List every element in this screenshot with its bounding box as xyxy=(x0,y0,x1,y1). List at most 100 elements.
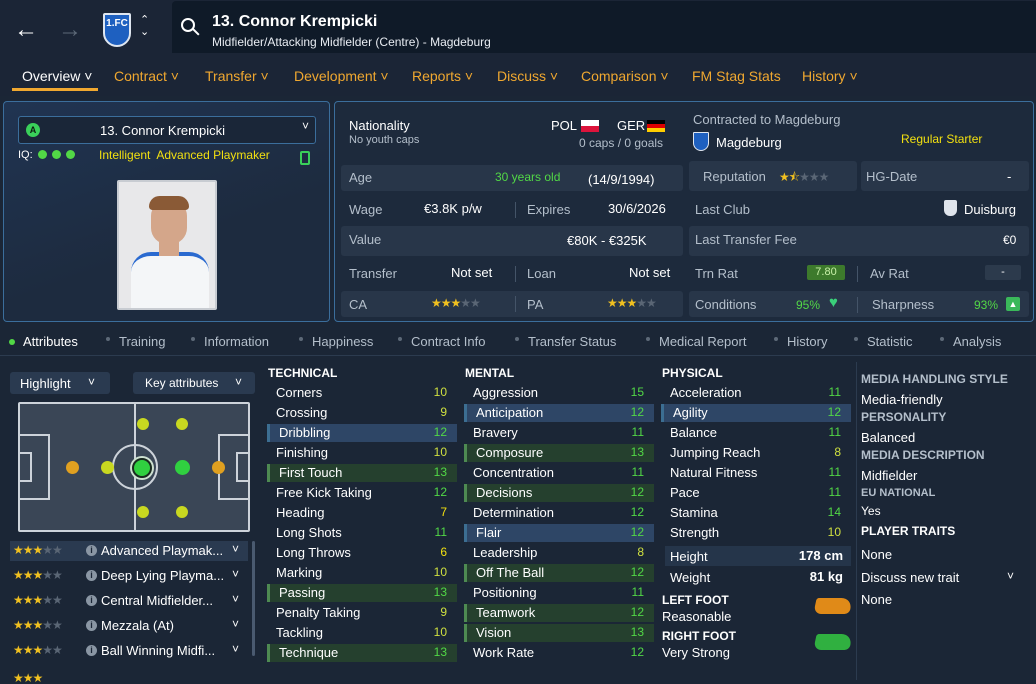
role-row[interactable]: ★★★★★ i Mezzala (At) ˅ xyxy=(10,616,248,636)
attribute-row[interactable]: Vision 13 xyxy=(464,624,654,642)
attribute-name: Long Throws xyxy=(276,545,351,560)
chevron-down-icon[interactable]: ˅ xyxy=(232,617,239,631)
attribute-row[interactable]: Corners 10 xyxy=(267,384,457,402)
subtab-happiness[interactable]: Happiness xyxy=(312,334,373,349)
discuss-trait-button[interactable]: Discuss new trait xyxy=(861,570,959,585)
value-label: Value xyxy=(349,232,382,247)
attribute-row[interactable]: Strength 10 xyxy=(661,524,851,542)
attribute-value: 15 xyxy=(630,385,644,399)
attribute-row[interactable]: Finishing 10 xyxy=(267,444,457,462)
clipboard-icon[interactable] xyxy=(300,151,310,165)
attribute-row[interactable]: Composure 13 xyxy=(464,444,654,462)
attribute-row[interactable]: First Touch 13 xyxy=(267,464,457,482)
info-icon[interactable]: i xyxy=(86,620,97,631)
subtab-transfer-status[interactable]: Transfer Status xyxy=(528,334,616,349)
chevron-down-icon[interactable]: ˅ xyxy=(232,567,239,581)
attribute-row[interactable]: Technique 13 xyxy=(267,644,457,662)
attribute-row[interactable]: Tackling 10 xyxy=(267,624,457,642)
attribute-row[interactable]: Off The Ball 12 xyxy=(464,564,654,582)
tab-fm-stag-stats[interactable]: FM Stag Stats xyxy=(692,68,781,84)
club-name[interactable]: Magdeburg xyxy=(716,135,782,150)
attribute-row[interactable]: Long Throws 6 xyxy=(267,544,457,562)
forward-icon[interactable]: → xyxy=(58,18,82,42)
roles-scrollbar[interactable] xyxy=(252,541,255,656)
role-row[interactable]: ★★★★★ i Ball Winning Midfi... ˅ xyxy=(10,641,248,661)
transfer-value[interactable]: Not set xyxy=(451,265,492,280)
attribute-row[interactable]: Teamwork 12 xyxy=(464,604,654,622)
subtab-contract-info[interactable]: Contract Info xyxy=(411,334,485,349)
back-icon[interactable]: ← xyxy=(14,18,38,42)
chevron-down-icon[interactable]: ˅ xyxy=(302,119,309,133)
loan-value[interactable]: Not set xyxy=(629,265,670,280)
attribute-row[interactable]: Passing 13 xyxy=(267,584,457,602)
attribute-value: 12 xyxy=(630,605,644,619)
info-icon[interactable]: i xyxy=(86,645,97,656)
attribute-row[interactable]: Heading 7 xyxy=(267,504,457,522)
attribute-row[interactable]: Work Rate 12 xyxy=(464,644,654,662)
last-club-value[interactable]: Duisburg xyxy=(964,202,1016,217)
sharpness-value: 93% xyxy=(974,298,999,312)
chevron-down-icon[interactable]: ˅ xyxy=(232,542,239,556)
attribute-row[interactable]: Marking 10 xyxy=(267,564,457,582)
tab-comparison[interactable]: Comparison ˅ xyxy=(581,68,669,84)
tab-history[interactable]: History ˅ xyxy=(802,68,858,84)
attribute-row[interactable]: Decisions 12 xyxy=(464,484,654,502)
attribute-row[interactable]: Jumping Reach 8 xyxy=(661,444,851,462)
attribute-row[interactable]: Agility 12 xyxy=(661,404,851,422)
chevron-down-icon[interactable]: ˅ xyxy=(1007,569,1014,583)
role-row[interactable]: ★★★★★ i Central Midfielder... ˅ xyxy=(10,591,248,611)
attribute-value: 11 xyxy=(828,385,841,399)
attribute-row[interactable]: Crossing 9 xyxy=(267,404,457,422)
attribute-row[interactable]: Acceleration 11 xyxy=(661,384,851,402)
attribute-row[interactable]: Pace 11 xyxy=(661,484,851,502)
attribute-row[interactable]: Natural Fitness 11 xyxy=(661,464,851,482)
key-attributes-dropdown[interactable]: Key attributes ˅ xyxy=(133,372,255,394)
tab-overview[interactable]: Overview ˅ xyxy=(22,68,92,84)
tab-transfer[interactable]: Transfer ˅ xyxy=(205,68,269,84)
subtab-information[interactable]: Information xyxy=(204,334,269,349)
chevron-down-icon[interactable]: ˅ xyxy=(232,642,239,656)
tab-discuss[interactable]: Discuss ˅ xyxy=(497,68,558,84)
club-crest-icon[interactable]: 1.FC xyxy=(103,13,131,47)
playing-style: Intelligent Advanced Playmaker xyxy=(99,148,270,162)
attribute-row[interactable]: Long Shots 11 xyxy=(267,524,457,542)
tab-contract[interactable]: Contract ˅ xyxy=(114,68,179,84)
attribute-row[interactable]: Concentration 11 xyxy=(464,464,654,482)
subtab-attributes[interactable]: Attributes xyxy=(23,334,78,349)
attribute-row[interactable]: Aggression 15 xyxy=(464,384,654,402)
attribute-value: 13 xyxy=(433,645,447,659)
role-row[interactable]: ★★★★★ i Deep Lying Playma... ˅ xyxy=(10,566,248,586)
tab-development[interactable]: Development ˅ xyxy=(294,68,389,84)
attribute-row[interactable]: Stamina 14 xyxy=(661,504,851,522)
info-icon[interactable]: i xyxy=(86,570,97,581)
subtab-statistic[interactable]: Statistic xyxy=(867,334,913,349)
attribute-row[interactable]: Anticipation 12 xyxy=(464,404,654,422)
subtab-analysis[interactable]: Analysis xyxy=(953,334,1001,349)
attribute-row[interactable]: Free Kick Taking 12 xyxy=(267,484,457,502)
role-row[interactable]: ★★★★★ i Advanced Playmak... ˅ xyxy=(10,541,248,561)
attribute-row[interactable]: Bravery 11 xyxy=(464,424,654,442)
attribute-row[interactable]: Balance 11 xyxy=(661,424,851,442)
tab-separator xyxy=(774,337,778,341)
info-icon[interactable]: i xyxy=(86,595,97,606)
attribute-row[interactable]: Dribbling 12 xyxy=(267,424,457,442)
attribute-name: Acceleration xyxy=(670,385,742,400)
attribute-row[interactable]: Leadership 8 xyxy=(464,544,654,562)
subtab-training[interactable]: Training xyxy=(119,334,165,349)
highlight-dropdown[interactable]: Highlight ˅ xyxy=(10,372,110,394)
media-description-value: Midfielder xyxy=(861,468,918,483)
chevron-updown-icon[interactable]: ⌃ ⌄ xyxy=(140,14,149,38)
nation-1[interactable]: POL xyxy=(551,118,577,133)
nation-2[interactable]: GER xyxy=(617,118,645,133)
media-handling-value: Media-friendly xyxy=(861,392,943,407)
subtab-history[interactable]: History xyxy=(787,334,827,349)
subtab-medical-report[interactable]: Medical Report xyxy=(659,334,746,349)
attribute-row[interactable]: Positioning 11 xyxy=(464,584,654,602)
info-icon[interactable]: i xyxy=(86,545,97,556)
attribute-value: 10 xyxy=(433,565,447,579)
attribute-row[interactable]: Flair 12 xyxy=(464,524,654,542)
attribute-row[interactable]: Penalty Taking 9 xyxy=(267,604,457,622)
tab-reports[interactable]: Reports ˅ xyxy=(412,68,473,84)
chevron-down-icon[interactable]: ˅ xyxy=(232,592,239,606)
attribute-row[interactable]: Determination 12 xyxy=(464,504,654,522)
